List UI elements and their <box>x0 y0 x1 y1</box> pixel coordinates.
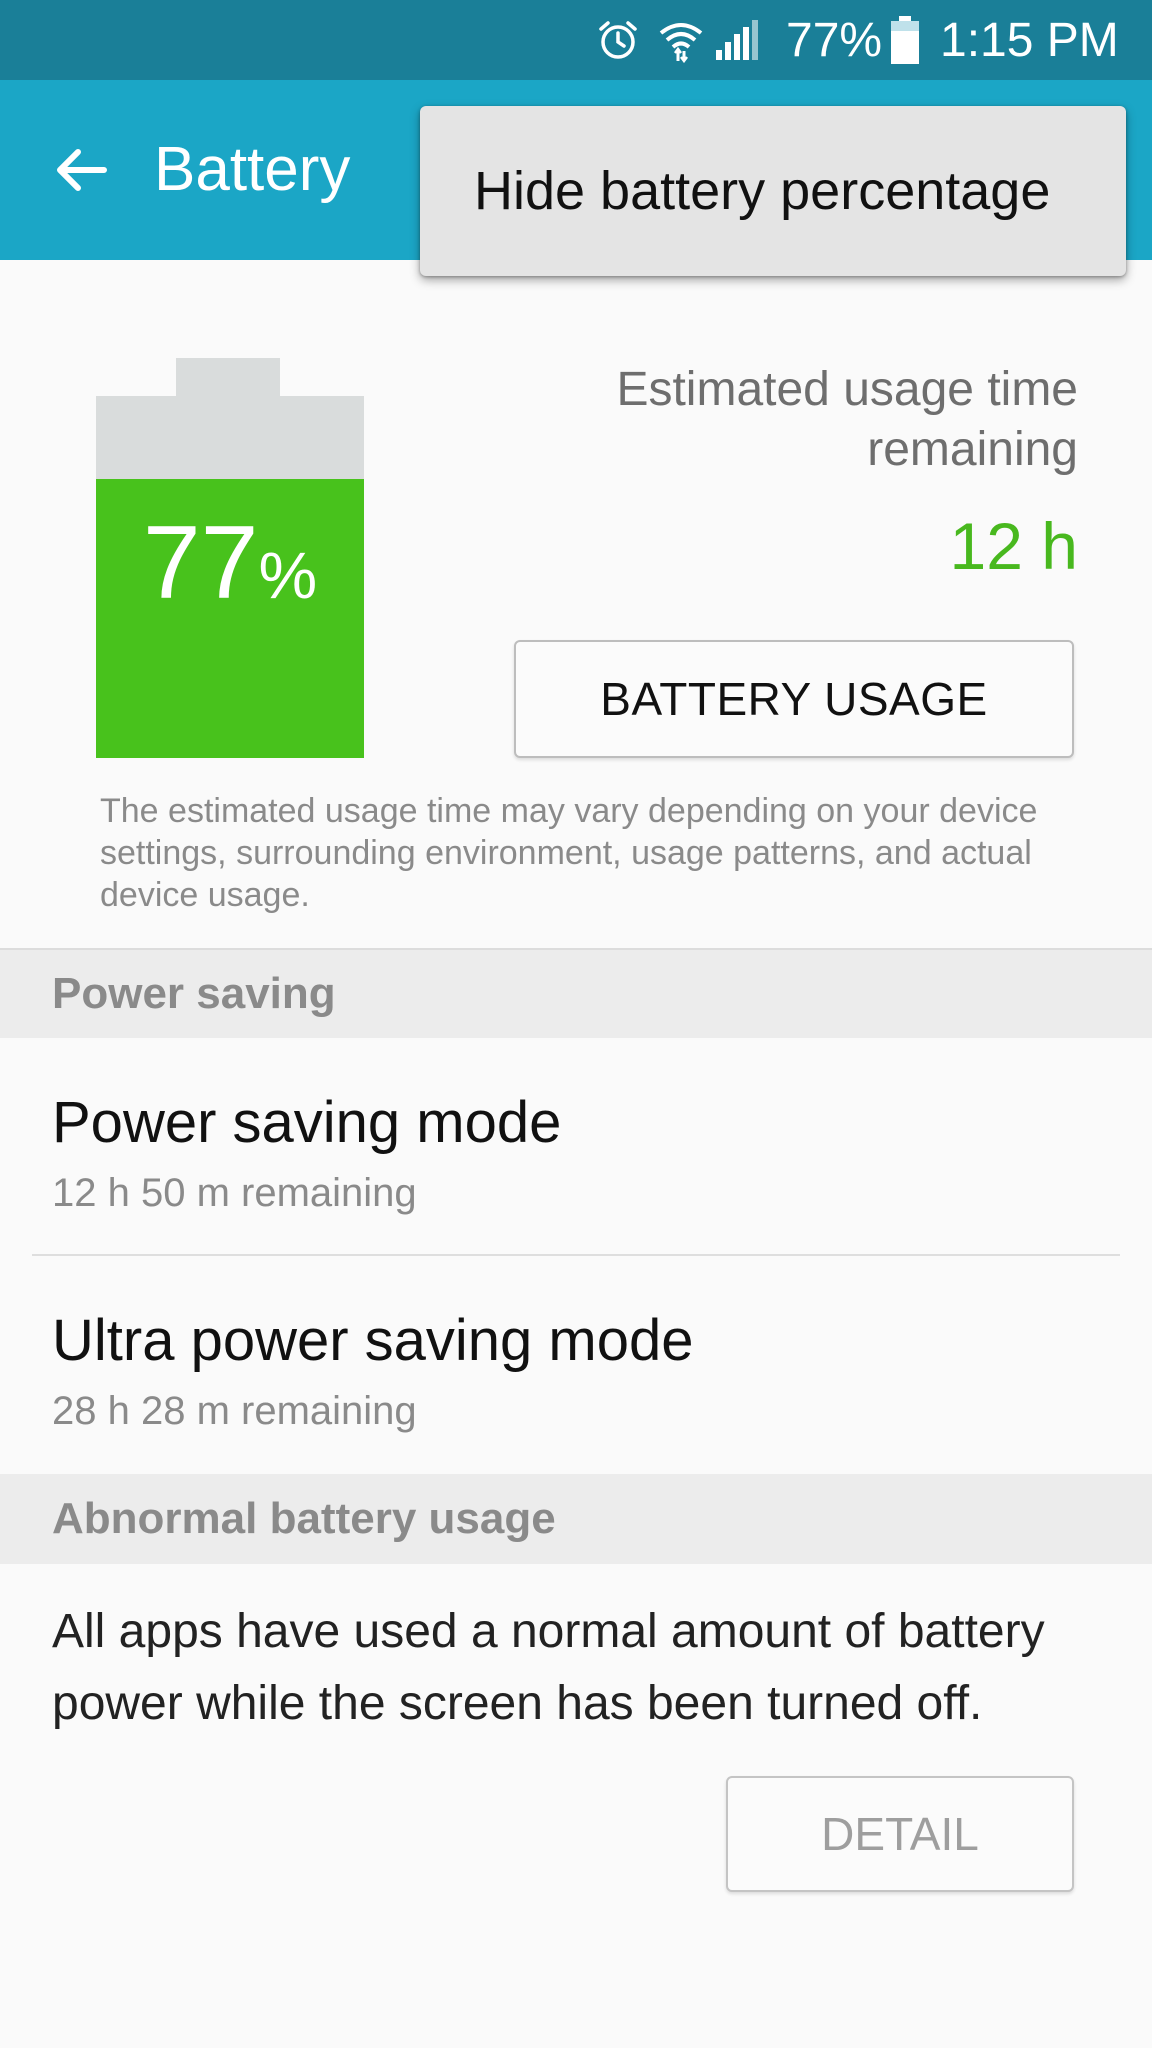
menu-item-hide-battery-percentage[interactable]: Hide battery percentage <box>420 106 1126 276</box>
battery-usage-button[interactable]: BATTERY USAGE <box>514 640 1074 758</box>
overflow-menu: Hide battery percentage <box>420 106 1126 276</box>
list-item-subtitle: 28 h 28 m remaining <box>52 1389 417 1433</box>
estimated-usage-value: 12 h <box>949 509 1078 583</box>
status-time: 1:15 PM <box>940 13 1119 67</box>
battery-level-number: 77 <box>142 505 259 621</box>
back-arrow-icon[interactable] <box>40 130 120 210</box>
list-item-title: Ultra power saving mode <box>52 1308 694 1373</box>
alarm-icon <box>596 0 640 80</box>
battery-gauge-terminal <box>176 358 280 398</box>
page-title: Battery <box>154 135 351 204</box>
estimated-usage-label: Estimated usage time remaining <box>616 363 1078 476</box>
usage-disclaimer: The estimated usage time may vary depend… <box>100 792 1038 914</box>
abnormal-usage-message: All apps have used a normal amount of ba… <box>52 1605 1045 1730</box>
status-battery-percent: 77% <box>786 13 883 67</box>
signal-icon <box>714 0 758 80</box>
battery-icon <box>890 0 920 80</box>
wifi-icon <box>658 0 704 80</box>
battery-level-sign: % <box>258 538 318 612</box>
section-header-abnormal-battery-usage: Abnormal battery usage <box>0 1474 1152 1564</box>
battery-level-gauge: 77% <box>96 358 364 758</box>
section-header-power-saving: Power saving <box>0 948 1152 1038</box>
list-item-subtitle: 12 h 50 m remaining <box>52 1171 417 1215</box>
list-item-ultra-power-saving-mode[interactable]: Ultra power saving mode 28 h 28 m remain… <box>0 1256 1152 1474</box>
status-bar: 77% 1:15 PM <box>0 0 1152 80</box>
list-item-title: Power saving mode <box>52 1090 562 1155</box>
battery-level-text: 77% <box>96 498 364 640</box>
detail-button[interactable]: DETAIL <box>726 1776 1074 1892</box>
list-item-power-saving-mode[interactable]: Power saving mode 12 h 50 m remaining <box>0 1038 1152 1254</box>
